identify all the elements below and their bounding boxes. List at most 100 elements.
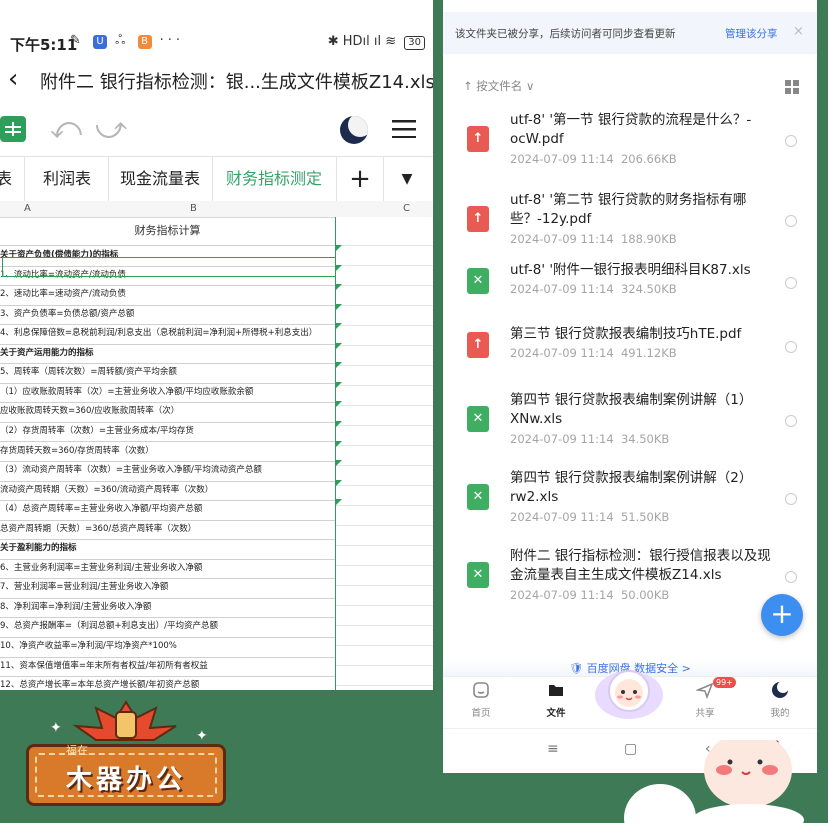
logo-plate: 木器办公 (26, 744, 226, 806)
sheet-row[interactable]: 关于资产运用能力的指标 (0, 344, 335, 365)
pdf-file-icon: ↑ (467, 332, 489, 358)
share-banner: 该文件夹已被分享，后续访问者可同步查看更新 管理该分享 × (443, 12, 817, 54)
logo-small-text: 福在 (66, 744, 88, 757)
file-date: 2024-07-09 11:14 (510, 432, 614, 446)
column-header-c[interactable]: C (403, 203, 410, 214)
sheet-row[interactable]: 3、资产负债率=负债总额/资产总额 (0, 305, 335, 326)
select-radio[interactable] (785, 493, 797, 505)
dark-mode-icon[interactable] (340, 116, 368, 144)
sheet-row[interactable]: 总资产周转期（天数）=360/总资产周转率（次数） (0, 520, 335, 541)
sheet-row[interactable]: （2）存货周转率（次数）=主营业务成本/平均存货 (0, 422, 335, 443)
nav-share[interactable]: 共享 (680, 681, 730, 719)
sheet-row[interactable]: 关于盈利能力的指标 (0, 539, 335, 560)
sheet-row[interactable]: 9、总资产报酬率=（利润总额+利息支出）/平均资产总额 (0, 617, 335, 638)
column-headers: A B C (0, 201, 433, 218)
select-radio[interactable] (785, 415, 797, 427)
status-bar: 下午5:11 ✎ U ஃ B ··· ✱ HDıl ıl ≋ 30 (0, 28, 433, 58)
sheet-row[interactable]: 流动资产周转期（天数）=360/流动资产周转率（次数） (0, 481, 335, 502)
column-header-a[interactable]: A (24, 203, 31, 214)
file-meta: 2024-07-09 11:14 51.50KB (510, 510, 669, 524)
file-manager-app: 该文件夹已被分享，后续访问者可同步查看更新 管理该分享 × ↑ 按文件名 ∨ ↑… (443, 0, 817, 773)
cell-comment-marker (336, 264, 342, 271)
tab-financial-indicators[interactable]: 财务指标测定 (214, 157, 334, 201)
sheet-row[interactable]: 11、资本保值增值率=年末所有者权益/年初所有者权益 (0, 657, 335, 678)
select-radio[interactable] (785, 277, 797, 289)
sheet-row[interactable]: 2、速动比率=速动资产/流动负债 (0, 285, 335, 306)
file-item[interactable]: ↑ utf-8' '第一节 银行贷款的流程是什么？-ocW.pdf 2024-07-… (443, 108, 817, 186)
sheet-row[interactable]: （1）应收账款周转率（次）=主营业务收入净额/平均应收账款余额 (0, 383, 335, 404)
manage-share-link[interactable]: 管理该分享 (725, 26, 778, 41)
sheet-row[interactable]: 7、营业利润率=营业利润/主营业务收入净额 (0, 578, 335, 599)
cell-comment-marker (336, 460, 342, 467)
pdf-file-icon: ↑ (467, 206, 489, 232)
select-radio[interactable] (785, 215, 797, 227)
sheet-row[interactable]: 6、主营业务利润率=主营业务利润/主营业务收入净额 (0, 559, 335, 580)
file-name: 附件二 银行指标检测：银行授信报表以及现金流量表自主生成文件模板Z14.xls (510, 548, 771, 583)
tab-partial[interactable]: 表 (0, 157, 25, 201)
sheet-row[interactable]: 10、净资产收益率=净利润/平均净资产*100% (0, 637, 335, 658)
back-icon[interactable]: ‹ (8, 64, 18, 94)
file-date: 2024-07-09 11:14 (510, 510, 614, 524)
column-header-b[interactable]: B (190, 203, 197, 214)
sheet-view-icon[interactable] (0, 116, 26, 142)
bottom-navigation: 首页 文件 99+ 共享 我的 (443, 670, 817, 725)
file-meta: 2024-07-09 11:14 34.50KB (510, 432, 669, 446)
cell-comment-marker (336, 401, 342, 408)
recent-apps-icon[interactable]: ≡ (547, 741, 559, 757)
cell-comment-marker (336, 499, 342, 506)
app-notification-icon-2: B (137, 35, 152, 49)
brand-logo: ✦ ✦ 木器办公 福在 (26, 700, 226, 810)
grid-view-icon[interactable] (785, 80, 799, 94)
cell-comment-marker (336, 284, 342, 291)
nav-files[interactable]: 文件 (531, 681, 581, 719)
cell-comment-marker (336, 440, 342, 447)
sheet-title-cell[interactable]: 财务指标计算 (0, 217, 335, 246)
file-size: 51.50KB (620, 510, 670, 524)
chevron-down-icon[interactable]: ▼ (392, 157, 422, 201)
tab-cash-flow[interactable]: 现金流量表 (108, 157, 213, 201)
tab-income-statement[interactable]: 利润表 (26, 157, 109, 201)
file-item[interactable]: ↑ utf-8' '第二节 银行贷款的财务指标有哪些？-12y.pdf 2024-0… (443, 188, 817, 266)
sheet-row[interactable]: 应收账款周转天数=360/应收账款周转率（次） (0, 402, 335, 423)
nav-home-label: 首页 (471, 708, 491, 719)
menu-icon[interactable] (392, 120, 416, 138)
file-item[interactable]: ✕ 第四节 银行贷款报表编制案例讲解（2）rw2.xls 2024-07-09 11… (443, 466, 817, 544)
mascot-icon[interactable] (593, 663, 665, 723)
file-size: 34.50KB (620, 432, 670, 446)
sort-by-name-button[interactable]: ↑ 按文件名 ∨ (463, 78, 534, 94)
folder-icon (549, 685, 563, 696)
file-meta: 2024-07-09 11:14 491.12KB (510, 346, 677, 360)
close-icon[interactable]: × (793, 24, 804, 39)
sheet-row[interactable]: 存货周转天数=360/存货周转率（次数） (0, 442, 335, 462)
file-meta: 2024-07-09 11:14 50.00KB (510, 588, 669, 602)
select-radio[interactable] (785, 341, 797, 353)
file-item[interactable]: ✕ 第四节 银行贷款报表编制案例讲解（1）XNw.xls 2024-07-09 11… (443, 388, 817, 466)
add-sheet-icon[interactable]: + (336, 157, 384, 201)
cell-comment-marker (336, 420, 342, 427)
nav-home[interactable]: 首页 (456, 681, 506, 719)
sheet-grid[interactable]: 财务指标计算 关于资产负债(偿债能力)的指标 1、流动比率=流动资产/流动负债 2、… (0, 217, 433, 690)
status-notification-icons: ✎ U ஃ B ··· (70, 33, 185, 49)
add-file-button[interactable]: + (761, 594, 803, 636)
spreadsheet-app: 下午5:11 ✎ U ஃ B ··· ✱ HDıl ıl ≋ 30 ‹ 附件二 … (0, 0, 433, 690)
undo-icon[interactable]: ⤺ (50, 112, 82, 146)
excel-file-icon: ✕ (467, 268, 489, 294)
sheet-row[interactable]: 12、总资产增长率=本年总资产增长额/年初资产总额 (0, 676, 335, 690)
sheet-row[interactable]: 4、利息保障倍数=息税前利润/利息支出（息税前利润=净利润+所得税+利息支出） (0, 324, 335, 345)
file-date: 2024-07-09 11:14 (510, 588, 614, 602)
select-radio[interactable] (785, 135, 797, 147)
redo-icon[interactable]: ⤻ (95, 112, 127, 146)
selected-cell[interactable] (2, 257, 336, 277)
sheet-row[interactable]: （3）流动资产周转率（次数）=主营业务收入净额/平均流动资产总额 (0, 461, 335, 482)
sheet-row[interactable]: 5、周转率（周转次数）=周转额/资产平均余额 (0, 363, 335, 384)
select-radio[interactable] (785, 571, 797, 583)
nav-me[interactable]: 我的 (755, 681, 805, 719)
sheet-row[interactable]: 8、净利润率=净利润/主营业务收入净额 (0, 598, 335, 619)
editor-toolbar: ⤺ ⤻ (0, 112, 433, 148)
signal-icon: HD (342, 34, 363, 49)
file-size: 50.00KB (620, 588, 670, 602)
document-title: 附件二 银行指标检测：银...生成文件模板Z14.xls (40, 72, 433, 93)
cell-comment-marker (336, 342, 342, 349)
sparkle-icon-2: ✦ (196, 728, 208, 744)
sheet-row[interactable]: （4）总资产周转率=主营业务收入净额/平均资产总额 (0, 500, 335, 521)
